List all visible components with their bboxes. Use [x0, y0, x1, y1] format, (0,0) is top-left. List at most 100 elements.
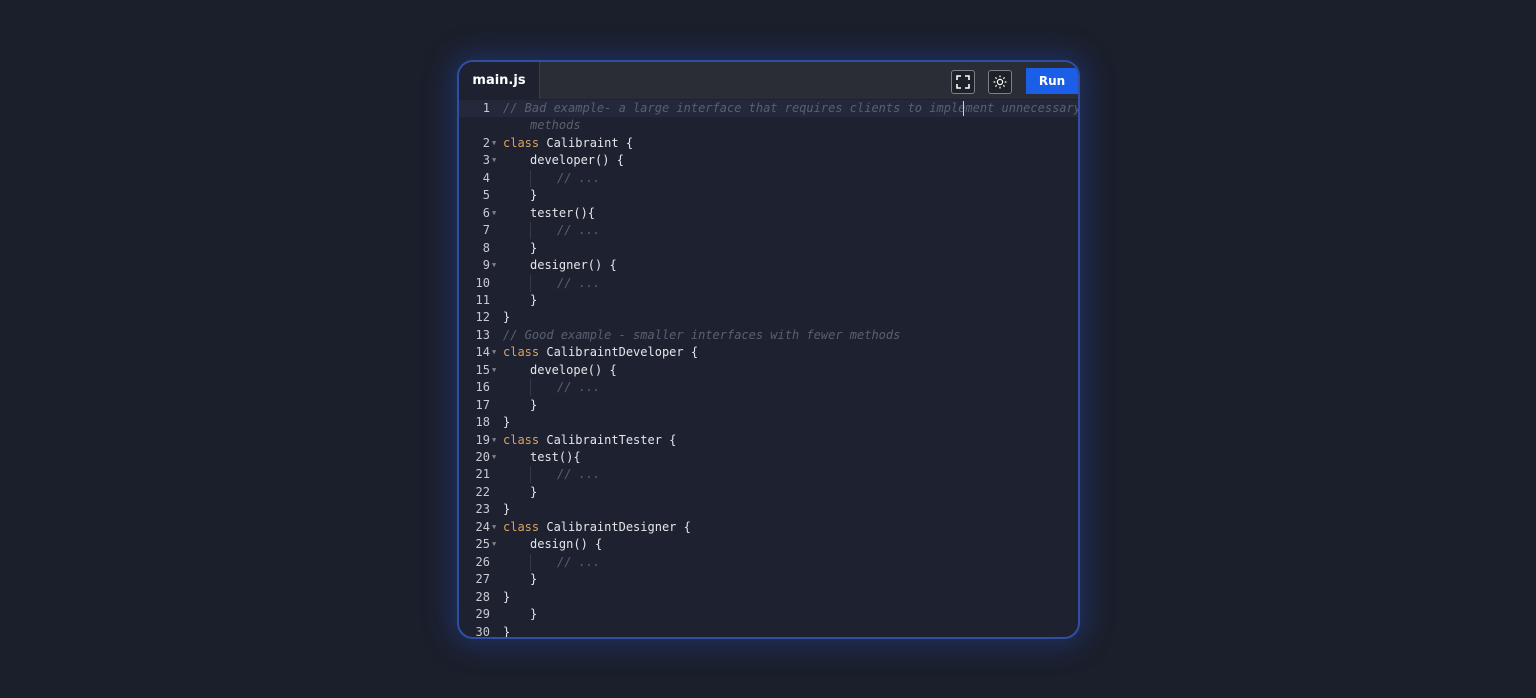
keyword: class — [503, 345, 540, 360]
code-token: } — [503, 415, 511, 430]
code-line[interactable]: 25 ▼ design() { — [459, 536, 1078, 553]
code-line[interactable]: 12} — [459, 309, 1078, 326]
line-number: 26 — [475, 554, 490, 569]
code-text: } — [530, 606, 537, 623]
line-number: 7 — [482, 223, 490, 238]
code-line[interactable]: 1 // Bad example- a large interface that … — [459, 100, 1078, 117]
code-line[interactable]: 6 ▼ tester(){ — [459, 205, 1078, 222]
line-number: 3 — [482, 153, 490, 168]
code-text: // ... — [557, 275, 600, 292]
code-text: } — [530, 397, 537, 414]
code-line[interactable]: 5} — [459, 187, 1078, 204]
code-comment: // ... — [557, 467, 601, 482]
line-number: 10 — [475, 275, 490, 290]
code-text: } — [503, 589, 510, 606]
code-area[interactable]: 1 // Bad example- a large interface that … — [459, 99, 1078, 637]
code-line[interactable]: 19 ▼ class CalibraintTester { — [459, 432, 1078, 449]
line-number: 14 — [475, 345, 490, 360]
line-number: 24 — [475, 519, 490, 534]
code-token: } — [503, 589, 511, 604]
code-text: design() { — [530, 536, 602, 553]
code-line[interactable]: 10 // ... — [459, 274, 1078, 292]
code-line[interactable]: 14 ▼ class CalibraintDeveloper { — [459, 344, 1078, 361]
code-comment: // ... — [557, 554, 601, 569]
code-token: } — [530, 292, 538, 307]
code-token: test(){ — [530, 450, 581, 464]
code-text: // Bad example- a large interface that r… — [503, 100, 1080, 117]
line-number: 22 — [475, 484, 490, 499]
code-line[interactable]: 15 ▼ develope() { — [459, 362, 1078, 379]
code-token: developer() { — [530, 153, 624, 168]
code-text: } — [503, 501, 510, 518]
fold-arrow-icon[interactable]: ▼ — [492, 257, 500, 274]
code-line[interactable]: 18} — [459, 414, 1078, 431]
code-line[interactable]: 29} — [459, 606, 1078, 623]
fold-arrow-icon[interactable]: ▼ — [492, 519, 500, 536]
indent-guide — [530, 222, 531, 240]
line-number: 18 — [475, 415, 490, 430]
fold-arrow-icon[interactable]: ▼ — [492, 536, 500, 553]
code-comment: // Bad example- a large interface that r… — [503, 101, 1080, 115]
line-number: 23 — [475, 502, 490, 517]
file-tab-main-js[interactable]: main.js — [459, 62, 540, 99]
code-line[interactable]: 17} — [459, 397, 1078, 414]
code-text: } — [503, 624, 511, 639]
code-line[interactable]: 23} — [459, 501, 1078, 518]
code-line[interactable]: methods — [459, 117, 1078, 134]
code-text: // ... — [557, 222, 600, 239]
code-line[interactable]: 4 // ... — [459, 169, 1078, 187]
line-number: 29 — [475, 607, 490, 622]
code-text: methods — [530, 117, 581, 134]
code-text: tester(){ — [530, 205, 595, 222]
code-line[interactable]: 9 ▼ designer() { — [459, 257, 1078, 274]
code-token: design() { — [530, 537, 603, 552]
code-token: } — [503, 624, 511, 639]
code-line[interactable]: 22} — [459, 484, 1078, 501]
run-button[interactable]: Run — [1026, 68, 1078, 94]
fold-arrow-icon[interactable]: ▼ — [492, 432, 500, 449]
line-number: 1 — [482, 101, 490, 115]
line-number: 28 — [475, 589, 490, 604]
code-token: CalibraintDeveloper { — [539, 345, 699, 360]
code-line[interactable]: 3 ▼ developer() { — [459, 152, 1078, 169]
code-line[interactable]: 16 // ... — [459, 379, 1078, 397]
code-text: // ... — [557, 170, 600, 187]
fold-arrow-icon[interactable]: ▼ — [492, 362, 500, 379]
code-text: // Good example - smaller interfaces wit… — [503, 327, 900, 344]
line-number: 13 — [475, 327, 490, 342]
code-line[interactable]: 20 ▼ test(){ — [459, 449, 1078, 466]
code-text: } — [530, 571, 537, 588]
fullscreen-button[interactable] — [951, 70, 975, 94]
code-comment: // Good example - smaller interfaces wit… — [503, 327, 901, 342]
code-line[interactable]: 2 ▼ class Calibraint { — [459, 135, 1078, 152]
code-line[interactable]: 26 // ... — [459, 553, 1078, 571]
indent-guide — [530, 274, 531, 292]
fold-arrow-icon[interactable]: ▼ — [492, 205, 500, 222]
line-number: 27 — [475, 572, 490, 587]
code-token: } — [503, 502, 511, 517]
fold-arrow-icon[interactable]: ▼ — [492, 152, 500, 169]
line-number: 11 — [475, 292, 490, 307]
code-line[interactable]: 30} — [459, 624, 1078, 639]
code-line[interactable]: 21 // ... — [459, 466, 1078, 484]
indent-guide — [530, 466, 531, 484]
code-line[interactable]: 8} — [459, 240, 1078, 257]
code-text: } — [530, 292, 537, 309]
code-line[interactable]: 24 ▼ class CalibraintDesigner { — [459, 519, 1078, 536]
code-token: } — [530, 607, 538, 622]
code-token: Calibraint { — [539, 135, 634, 150]
code-line[interactable]: 13 // Good example - smaller interfaces w… — [459, 327, 1078, 344]
code-line[interactable]: 11} — [459, 292, 1078, 309]
fold-arrow-icon[interactable]: ▼ — [492, 449, 500, 466]
code-token: CalibraintTester { — [539, 432, 677, 447]
code-line[interactable]: 27} — [459, 571, 1078, 588]
code-text: test(){ — [530, 449, 581, 466]
code-line[interactable]: 7 // ... — [459, 222, 1078, 240]
code-token: tester(){ — [530, 205, 596, 220]
fold-arrow-icon[interactable]: ▼ — [492, 344, 500, 361]
line-number: 21 — [475, 467, 490, 482]
code-line[interactable]: 28} — [459, 589, 1078, 606]
theme-toggle-button[interactable] — [988, 70, 1012, 94]
code-token: } — [530, 397, 538, 412]
fold-arrow-icon[interactable]: ▼ — [492, 135, 500, 152]
